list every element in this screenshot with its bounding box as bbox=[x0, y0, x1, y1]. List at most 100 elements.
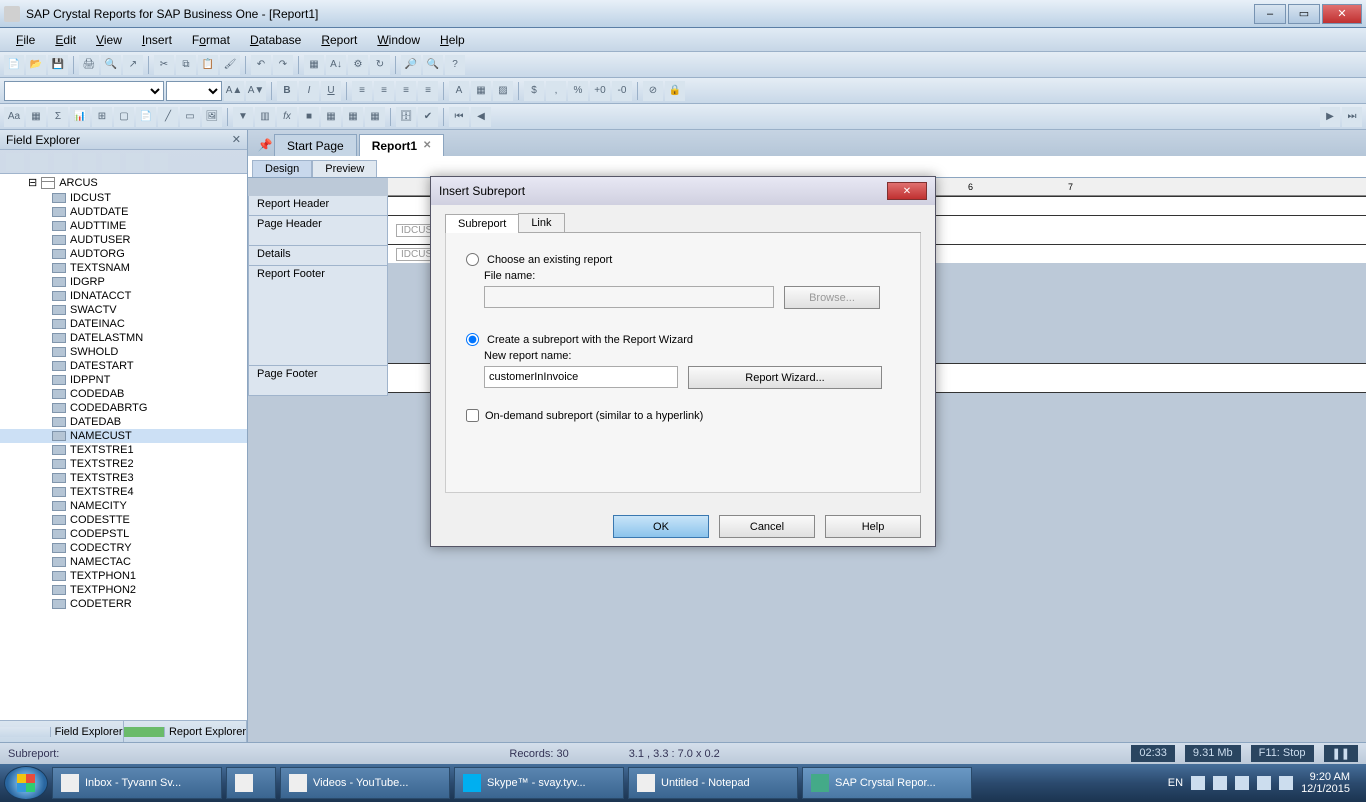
tray-icon-3[interactable] bbox=[1235, 776, 1249, 790]
tab-start-page[interactable]: Start Page bbox=[274, 134, 357, 156]
nav-last-icon[interactable]: ⏭ bbox=[1342, 107, 1362, 127]
print-icon[interactable]: 🖨 bbox=[79, 55, 99, 75]
chart-icon[interactable]: 📊 bbox=[70, 107, 90, 127]
align-left-icon[interactable]: ≡ bbox=[352, 81, 372, 101]
tray-icon-2[interactable] bbox=[1213, 776, 1227, 790]
undo-icon[interactable]: ↶ bbox=[251, 55, 271, 75]
help-button[interactable]: Help bbox=[825, 515, 921, 538]
nav-first-icon[interactable]: ⏮ bbox=[449, 107, 469, 127]
tree-field-namecust[interactable]: NAMECUST bbox=[0, 429, 247, 443]
tree-field-textstre2[interactable]: TEXTSTRE2 bbox=[0, 457, 247, 471]
tree-root[interactable]: ⊟ ARCUS bbox=[0, 174, 247, 191]
tree-field-textstre1[interactable]: TEXTSTRE1 bbox=[0, 443, 247, 457]
sidebar-close-icon[interactable]: ✕ bbox=[232, 133, 241, 146]
section-expert-icon[interactable]: ▥ bbox=[255, 107, 275, 127]
menu-edit[interactable]: Edit bbox=[45, 30, 86, 50]
db-icon[interactable]: 🗄 bbox=[396, 107, 416, 127]
sb-btn-2[interactable] bbox=[30, 153, 48, 171]
section-page-footer[interactable]: Page Footer bbox=[248, 366, 388, 396]
tree-field-codectry[interactable]: CODECTRY bbox=[0, 541, 247, 555]
tree-field-idgrp[interactable]: IDGRP bbox=[0, 275, 247, 289]
section-page-header[interactable]: Page Header bbox=[248, 216, 388, 246]
tree-field-textsnam[interactable]: TEXTSNAM bbox=[0, 261, 247, 275]
tree-field-textstre3[interactable]: TEXTSTRE3 bbox=[0, 471, 247, 485]
close-button[interactable]: ✕ bbox=[1322, 4, 1362, 24]
copy-icon[interactable]: ⧉ bbox=[176, 55, 196, 75]
new-icon[interactable]: 📄 bbox=[4, 55, 24, 75]
tray-volume-icon[interactable] bbox=[1279, 776, 1293, 790]
tree-field-audtuser[interactable]: AUDTUSER bbox=[0, 233, 247, 247]
decrease-font-icon[interactable]: A▼ bbox=[246, 81, 266, 101]
radio-existing[interactable] bbox=[466, 253, 479, 266]
menu-file[interactable]: File bbox=[6, 30, 45, 50]
increase-font-icon[interactable]: A▲ bbox=[224, 81, 244, 101]
dialog-close-icon[interactable]: ✕ bbox=[887, 182, 927, 200]
tab-close-icon[interactable]: ✕ bbox=[423, 140, 431, 151]
subtab-design[interactable]: Design bbox=[252, 160, 312, 177]
menu-report[interactable]: Report bbox=[311, 30, 367, 50]
status-pause-icon[interactable]: ❚❚ bbox=[1324, 745, 1358, 762]
align-center-icon[interactable]: ≡ bbox=[374, 81, 394, 101]
sb-btn-7[interactable] bbox=[150, 153, 168, 171]
task-skype[interactable]: Skype™ - svay.tyv... bbox=[454, 767, 624, 799]
task-explorer[interactable] bbox=[226, 767, 276, 799]
menu-help[interactable]: Help bbox=[430, 30, 475, 50]
ole-icon[interactable]: ▢ bbox=[114, 107, 134, 127]
thousand-icon[interactable]: , bbox=[546, 81, 566, 101]
crosstab-icon[interactable]: ⊞ bbox=[92, 107, 112, 127]
dialog-tab-subreport[interactable]: Subreport bbox=[445, 214, 519, 233]
percent-icon[interactable]: % bbox=[568, 81, 588, 101]
tray-clock[interactable]: 9:20 AM12/1/2015 bbox=[1301, 771, 1350, 795]
brush-icon[interactable]: 🖌 bbox=[220, 55, 240, 75]
open-icon[interactable]: 📂 bbox=[26, 55, 46, 75]
tray-lang[interactable]: EN bbox=[1168, 777, 1183, 789]
tree-field-idnatacct[interactable]: IDNATACCT bbox=[0, 289, 247, 303]
cut-icon[interactable]: ✂ bbox=[154, 55, 174, 75]
fill-icon[interactable]: ▨ bbox=[493, 81, 513, 101]
tree-field-codedab[interactable]: CODEDAB bbox=[0, 387, 247, 401]
tab-field-explorer[interactable]: Field Explorer bbox=[0, 721, 124, 742]
menu-database[interactable]: Database bbox=[240, 30, 311, 50]
sort-icon[interactable]: A↓ bbox=[326, 55, 346, 75]
tree-field-datelastmn[interactable]: DATELASTMN bbox=[0, 331, 247, 345]
tree-field-textphon1[interactable]: TEXTPHON1 bbox=[0, 569, 247, 583]
tree-field-swactv[interactable]: SWACTV bbox=[0, 303, 247, 317]
text-icon[interactable]: Aa bbox=[4, 107, 24, 127]
zoom-icon[interactable]: 🔎 bbox=[401, 55, 421, 75]
save-icon[interactable]: 💾 bbox=[48, 55, 68, 75]
ops3-icon[interactable]: ▦ bbox=[365, 107, 385, 127]
redo-icon[interactable]: ↷ bbox=[273, 55, 293, 75]
tree-field-codepstl[interactable]: CODEPSTL bbox=[0, 527, 247, 541]
tree-field-audtdate[interactable]: AUDTDATE bbox=[0, 205, 247, 219]
minimize-button[interactable]: – bbox=[1254, 4, 1286, 24]
borders-icon[interactable]: ▦ bbox=[471, 81, 491, 101]
preview-icon[interactable]: 🔍 bbox=[101, 55, 121, 75]
start-button[interactable] bbox=[4, 766, 48, 800]
task-notepad[interactable]: Untitled - Notepad bbox=[628, 767, 798, 799]
underline-icon[interactable]: U bbox=[321, 81, 341, 101]
ops1-icon[interactable]: ▦ bbox=[321, 107, 341, 127]
menu-view[interactable]: View bbox=[86, 30, 132, 50]
tree-field-codestte[interactable]: CODESTTE bbox=[0, 513, 247, 527]
ok-button[interactable]: OK bbox=[613, 515, 709, 538]
box-icon[interactable]: ▭ bbox=[180, 107, 200, 127]
pin-icon[interactable]: 📌 bbox=[256, 134, 274, 156]
ondemand-checkbox[interactable] bbox=[466, 409, 479, 422]
lock-icon[interactable]: 🔒 bbox=[665, 81, 685, 101]
suppress-icon[interactable]: ⊘ bbox=[643, 81, 663, 101]
paste-icon[interactable]: 📋 bbox=[198, 55, 218, 75]
currency-icon[interactable]: $ bbox=[524, 81, 544, 101]
verify-icon[interactable]: ✔ bbox=[418, 107, 438, 127]
menu-insert[interactable]: Insert bbox=[132, 30, 182, 50]
sb-btn-3[interactable] bbox=[54, 153, 72, 171]
tree-field-audttime[interactable]: AUDTTIME bbox=[0, 219, 247, 233]
sb-btn-4[interactable] bbox=[78, 153, 96, 171]
tree-field-namectac[interactable]: NAMECTAC bbox=[0, 555, 247, 569]
status-f11[interactable]: F11: Stop bbox=[1251, 745, 1314, 762]
tree-field-datestart[interactable]: DATESTART bbox=[0, 359, 247, 373]
maximize-button[interactable]: ▭ bbox=[1288, 4, 1320, 24]
menu-format[interactable]: Format bbox=[182, 30, 240, 50]
radio-wizard[interactable] bbox=[466, 333, 479, 346]
fontsize-combo[interactable] bbox=[166, 81, 222, 101]
tree-field-namecity[interactable]: NAMECITY bbox=[0, 499, 247, 513]
